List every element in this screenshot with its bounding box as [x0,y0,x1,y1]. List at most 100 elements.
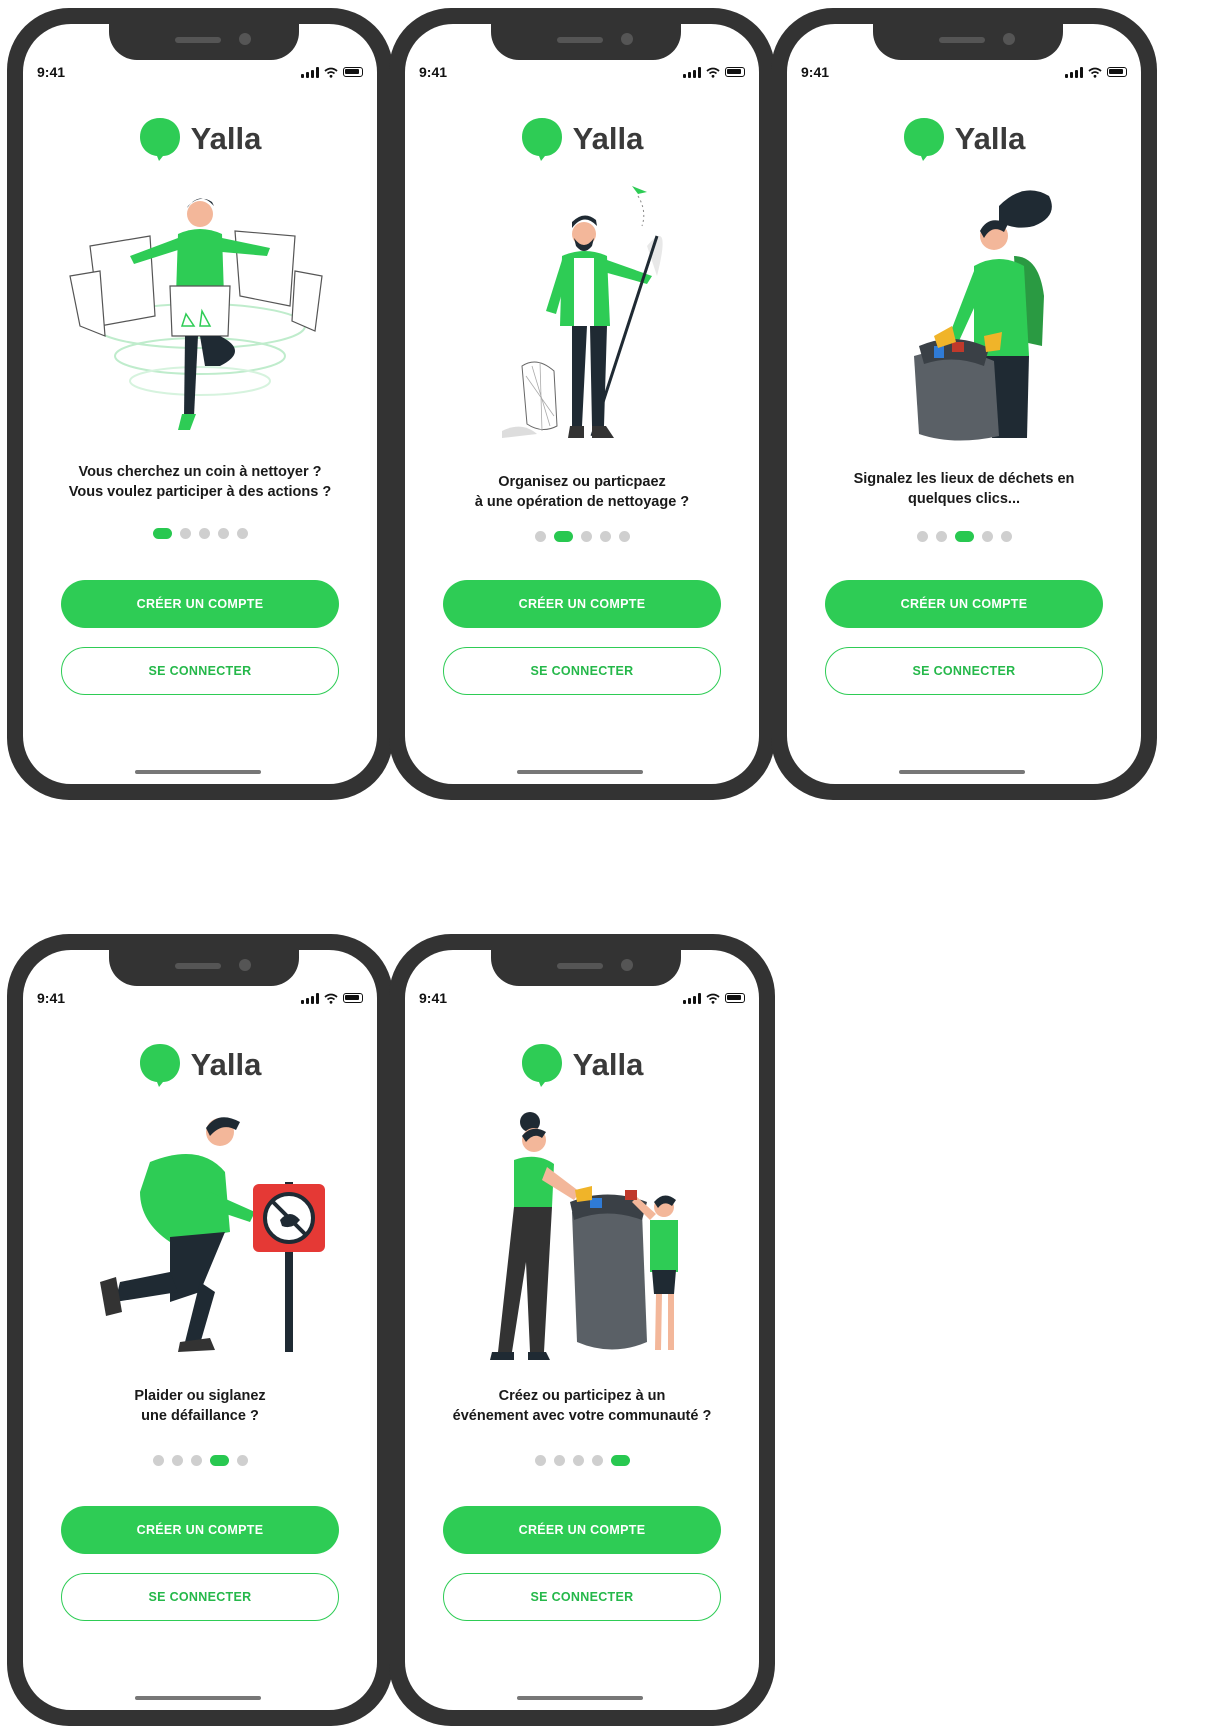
screen: 9:41 Yalla [23,24,377,784]
woman-and-child-with-trash-bag-illustration [490,1112,678,1360]
speech-bubble-logo-icon [521,118,562,161]
status-icons [683,992,745,1004]
caption-line-2: quelques clics... [907,491,1020,507]
status-time: 9:41 [37,64,66,80]
battery-icon [725,67,745,77]
sign-in-button[interactable]: SE CONNECTER [443,1573,721,1621]
page-dot-active[interactable] [954,531,974,542]
man-with-no-littering-sign-illustration [100,1117,325,1352]
page-dot-active[interactable] [610,1455,630,1466]
sign-in-button[interactable]: SE CONNECTER [825,647,1103,695]
page-dot[interactable] [190,1455,202,1466]
wifi-icon [706,67,720,78]
onboarding-caption: Organisez ou particpaez à une opération … [413,472,751,512]
page-dot[interactable] [618,531,630,542]
page-dot[interactable] [179,528,191,539]
notch [873,24,1063,60]
signal-icon [683,66,701,78]
screen: 9:41 Yalla Organisez ou particpaez à une… [405,24,759,784]
battery-icon [343,993,363,1003]
caption-line-2: à une opération de nettoyage ? [474,494,690,510]
status-icons [683,66,745,78]
home-indicator[interactable] [135,770,261,774]
man-with-screens-illustration [69,198,323,430]
signal-icon [301,66,319,78]
brand: Yalla [405,1042,759,1088]
page-dot-active[interactable] [553,531,573,542]
page-indicator [23,528,377,539]
page-dot[interactable] [553,1455,565,1466]
status-icons [1065,66,1127,78]
brand: Yalla [23,1042,377,1088]
speech-bubble-logo-icon [139,118,180,161]
page-dot[interactable] [534,531,546,542]
sign-in-button[interactable]: SE CONNECTER [61,647,339,695]
page-dot[interactable] [534,1455,546,1466]
page-dot[interactable] [599,531,611,542]
page-dot-active[interactable] [152,528,172,539]
brand-name: Yalla [190,1047,262,1082]
create-account-button[interactable]: CRÉER UN COMPTE [61,580,339,628]
status-time: 9:41 [801,64,830,80]
page-indicator [405,531,759,542]
page-dot[interactable] [916,531,928,542]
page-dot[interactable] [572,1455,584,1466]
sign-in-button[interactable]: SE CONNECTER [61,1573,339,1621]
onboarding-caption: Plaider ou siglanez une défaillance ? [31,1386,369,1426]
onboarding-caption: Vous cherchez un coin à nettoyer ? Vous … [31,462,369,502]
page-indicator [23,1455,377,1466]
notch [109,950,299,986]
speech-bubble-logo-icon [139,1044,180,1087]
create-account-button[interactable]: CRÉER UN COMPTE [61,1506,339,1554]
caption-line-2: Vous voulez participer à des actions ? [68,484,332,500]
speech-bubble-logo-icon [521,1044,562,1087]
page-dot[interactable] [981,531,993,542]
sign-in-button[interactable]: SE CONNECTER [443,647,721,695]
phone-screen-2: 9:41 Yalla Organisez ou particpaez à une… [389,8,775,800]
notch [491,950,681,986]
status-time: 9:41 [419,990,448,1006]
create-account-button[interactable]: CRÉER UN COMPTE [443,580,721,628]
onboarding-caption: Créez ou participez à un événement avec … [413,1386,751,1426]
brand: Yalla [787,116,1141,162]
caption-line-1: Vous cherchez un coin à nettoyer ? [78,464,322,480]
brand-name: Yalla [954,121,1026,156]
signal-icon [301,992,319,1004]
home-indicator[interactable] [517,770,643,774]
screen: 9:41 Yalla [405,950,759,1710]
page-dot[interactable] [236,528,248,539]
page-dot[interactable] [152,1455,164,1466]
page-dot-active[interactable] [209,1455,229,1466]
screen: 9:41 Yalla Signalez les lieux de déchets… [787,24,1141,784]
battery-icon [1107,67,1127,77]
brand-name: Yalla [572,1047,644,1082]
notch [491,24,681,60]
speech-bubble-logo-icon [903,118,944,161]
page-dot[interactable] [236,1455,248,1466]
wifi-icon [706,993,720,1004]
status-icons [301,992,363,1004]
page-dot[interactable] [198,528,210,539]
home-indicator[interactable] [899,770,1025,774]
page-dot[interactable] [217,528,229,539]
home-indicator[interactable] [135,1696,261,1700]
page-dot[interactable] [171,1455,183,1466]
signal-icon [683,992,701,1004]
caption-line-1: Créez ou participez à un [498,1388,666,1404]
page-dot[interactable] [580,531,592,542]
page-dot[interactable] [591,1455,603,1466]
status-icons [301,66,363,78]
page-dot[interactable] [1000,531,1012,542]
wifi-icon [324,993,338,1004]
caption-line-1: Organisez ou particpaez [498,474,666,490]
phone-screen-4: 9:41 Yalla Plaider ou siglanez une défai… [7,934,393,1726]
page-dot[interactable] [935,531,947,542]
phone-screen-5: 9:41 Yalla Créez ou participez à un évén… [389,934,775,1726]
battery-icon [725,993,745,1003]
caption-line-1: Plaider ou siglanez [134,1388,266,1404]
page-indicator [405,1455,759,1466]
create-account-button[interactable]: CRÉER UN COMPTE [825,580,1103,628]
man-with-litter-picker-illustration [502,186,663,438]
home-indicator[interactable] [517,1696,643,1700]
create-account-button[interactable]: CRÉER UN COMPTE [443,1506,721,1554]
